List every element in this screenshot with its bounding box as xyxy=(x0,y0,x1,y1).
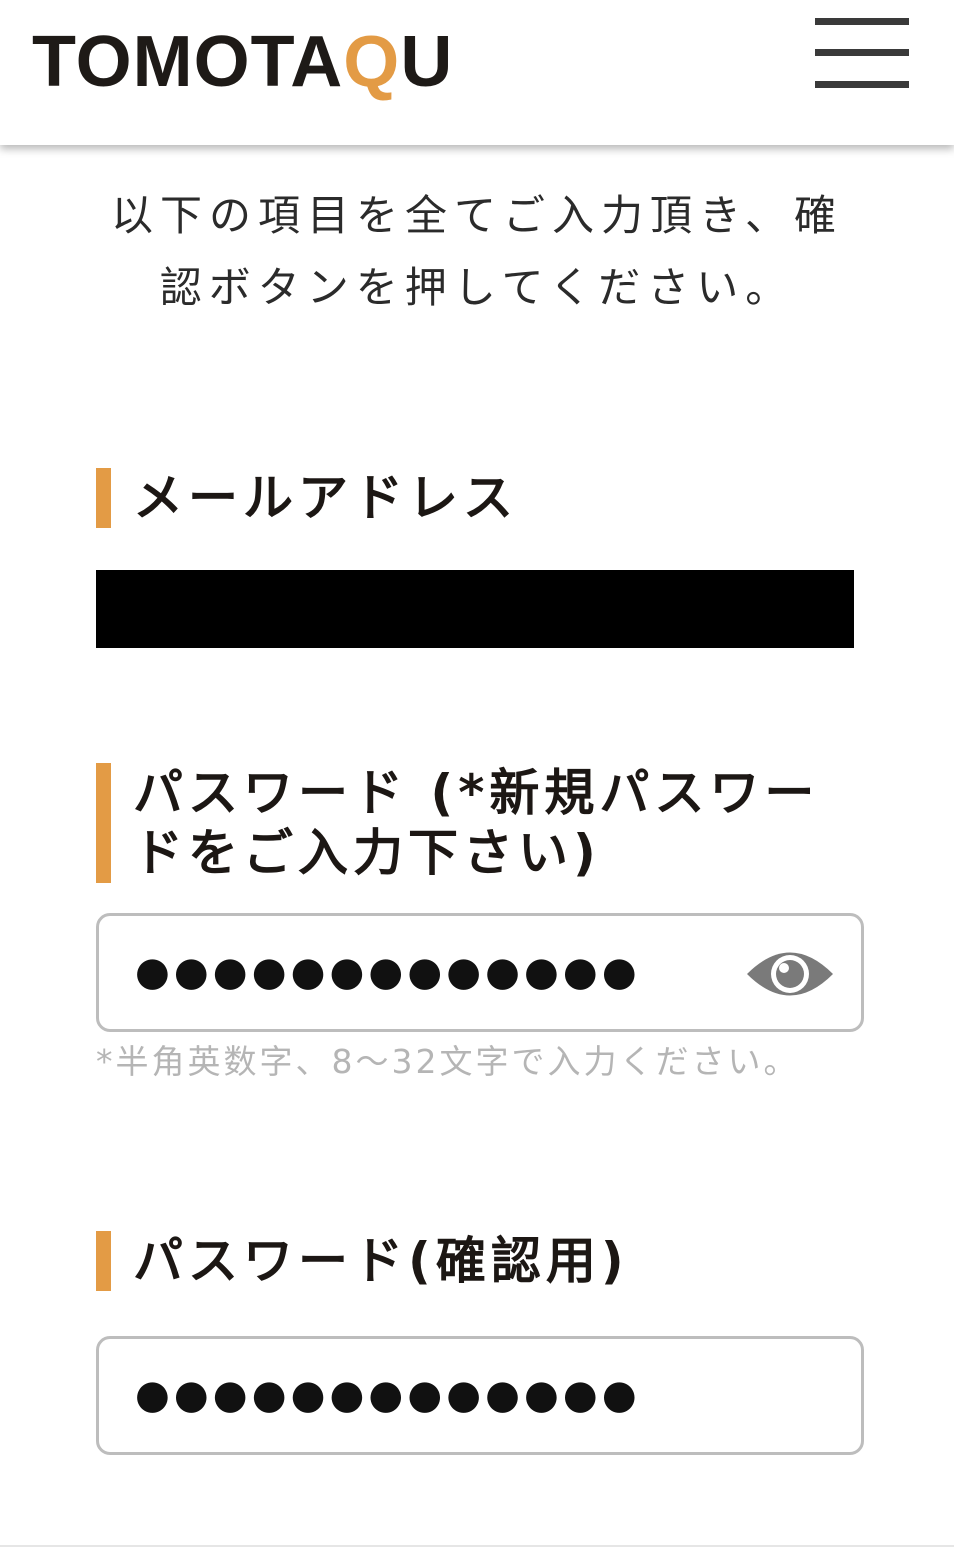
site-header: TOMOTAQU xyxy=(0,0,954,145)
divider xyxy=(0,1545,954,1547)
password-label: パスワード (*新規パスワードをご入力下さい) xyxy=(96,763,866,883)
intro-line-1: 以下の項目を全てご入力頂き、確 xyxy=(110,191,844,240)
password-confirm-input[interactable]: ●●●●●●●●●●●●● xyxy=(96,1336,864,1455)
hamburger-bar xyxy=(815,18,909,25)
password-confirm-masked-value: ●●●●●●●●●●●●● xyxy=(135,1372,641,1418)
intro-line-2: 認ボタンを押してください。 xyxy=(159,263,795,312)
logo-text-part2: U xyxy=(400,22,454,102)
eye-icon[interactable] xyxy=(745,945,835,1003)
password-confirm-label: パスワード(確認用) xyxy=(96,1231,866,1291)
intro-text: 以下の項目を全てご入力頂き、確 認ボタンを押してください。 xyxy=(60,180,894,324)
password-input[interactable]: ●●●●●●●●●●●●● xyxy=(96,913,864,1032)
password-hint: *半角英数字、8〜32文字で入力ください。 xyxy=(96,1042,800,1081)
logo-text-part1: TOMOTA xyxy=(32,22,344,102)
hamburger-bar xyxy=(815,49,909,56)
email-label: メールアドレス xyxy=(96,468,866,528)
hamburger-bar xyxy=(815,81,909,88)
logo-text-accent: Q xyxy=(343,22,401,102)
site-logo[interactable]: TOMOTAQU xyxy=(32,22,453,102)
password-masked-value: ●●●●●●●●●●●●● xyxy=(135,949,641,995)
hamburger-menu-icon[interactable] xyxy=(815,18,909,88)
email-field-redacted[interactable] xyxy=(96,570,854,648)
